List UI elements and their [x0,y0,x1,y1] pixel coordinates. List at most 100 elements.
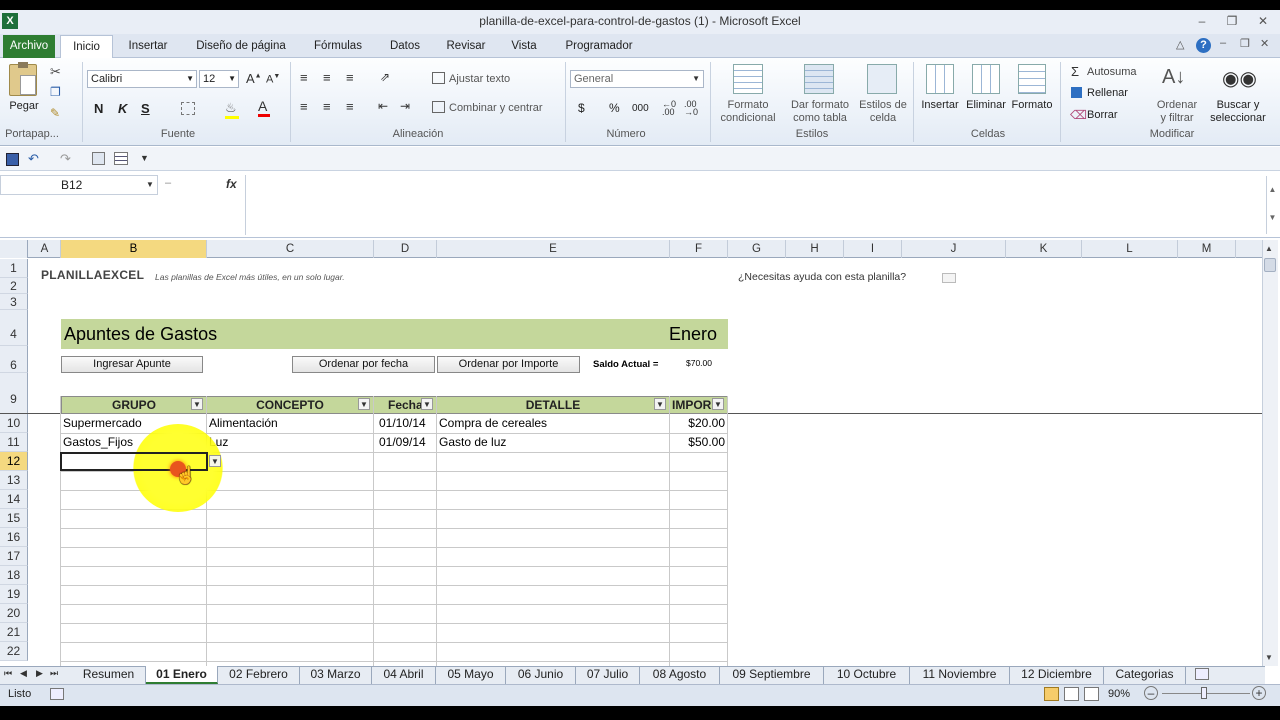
row-header-2[interactable]: 2 [0,278,28,294]
header-detalle[interactable]: DETALLE [436,396,670,414]
copy-icon[interactable]: ❐ [50,85,61,99]
header-grupo[interactable]: GRUPO [61,396,207,414]
email-icon[interactable] [942,273,956,283]
font-size-select[interactable]: 12 ▼ [199,70,239,88]
tab-inicio[interactable]: Inicio [60,35,113,59]
add-entry-button[interactable]: Ingresar Apunte [61,356,203,373]
sort-filter-icon[interactable]: A↓ [1162,66,1185,89]
binoculars-icon[interactable]: ◉◉ [1222,66,1257,91]
bold-button[interactable]: N [94,101,103,116]
page-break-view-icon[interactable] [1084,687,1099,701]
macro-record-icon[interactable] [50,688,64,700]
sheet-tab-10-octubre[interactable]: 10 Octubre [824,666,910,684]
expand-formula-bar-icon[interactable]: ▲ ▼ [1266,176,1278,234]
zoom-slider-thumb[interactable] [1201,687,1207,699]
sheet-tab-resumen[interactable]: Resumen [72,666,146,684]
cell-concepto[interactable]: Alimentación [209,416,278,430]
cell-fecha[interactable]: 01/09/14 [379,435,426,449]
normal-view-icon[interactable] [1044,687,1059,701]
page-layout-view-icon[interactable] [1064,687,1079,701]
row-header-14[interactable]: 14 [0,490,28,509]
save-icon[interactable] [6,153,19,166]
cell-detalle[interactable]: Compra de cereales [439,416,547,430]
paste-icon[interactable] [9,62,37,96]
font-name-select[interactable]: Calibri ▼ [87,70,197,88]
column-header-h[interactable]: H [786,240,844,258]
column-header-e[interactable]: E [437,240,670,258]
help-icon[interactable]: ? [1196,38,1211,53]
undo-icon[interactable]: ↶ [28,151,39,167]
percent-button[interactable]: % [609,101,620,115]
scissors-icon[interactable]: ✂ [50,64,61,80]
tab-formulas[interactable]: Fórmulas [305,35,371,58]
row-header-17[interactable]: 17 [0,547,28,566]
row-header-4[interactable]: 4 [0,310,28,346]
clear-button[interactable]: Borrar [1087,109,1118,121]
scroll-up-icon[interactable]: ▲ [1265,244,1273,253]
conditional-format-button[interactable]: Formato condicional [712,99,784,125]
wrap-text-icon[interactable] [432,72,445,84]
paste-button[interactable]: Pegar [6,100,42,112]
cell-importe[interactable]: $20.00 [669,416,725,430]
sheet-tab-01-enero[interactable]: 01 Enero [146,666,218,684]
row-header-22[interactable]: 22 [0,642,28,661]
cell-dropdown-icon[interactable]: ▼ [209,455,221,467]
row-header-15[interactable]: 15 [0,509,28,528]
sheet-tab-07-julio[interactable]: 07 Julio [576,666,640,684]
zoom-out-icon[interactable]: – [1144,686,1158,700]
help-link[interactable]: ¿Necesitas ayuda con esta planilla? [738,271,906,283]
format-table-button[interactable]: Dar formato como tabla [786,99,854,125]
zoom-in-icon[interactable]: + [1252,686,1266,700]
filter-dropdown-icon[interactable]: ▼ [358,398,370,410]
format-cells-icon[interactable] [1018,64,1046,94]
row-header-9[interactable]: 9 [0,373,28,414]
filter-dropdown-icon[interactable]: ▼ [191,398,203,410]
row-header-3[interactable]: 3 [0,294,28,310]
sheet-tab-categorias[interactable]: Categorias [1104,666,1186,684]
doc-minimize-icon[interactable]: – [1220,37,1226,49]
currency-button[interactable]: $ [578,101,585,115]
header-concepto[interactable]: CONCEPTO [206,396,374,414]
insert-function-button[interactable]: fx [226,177,237,191]
autosum-icon[interactable]: Σ [1071,64,1079,79]
tab-insertar[interactable]: Insertar [118,35,178,58]
grow-font-icon[interactable]: A▲ [246,71,262,86]
minimize-icon[interactable]: – [1192,13,1212,29]
row-header-21[interactable]: 21 [0,623,28,642]
name-box[interactable]: B12 [0,175,158,195]
sheet-tab-03-marzo[interactable]: 03 Marzo [300,666,372,684]
filter-dropdown-icon[interactable]: ▼ [654,398,666,410]
close-icon[interactable]: ✕ [1253,13,1273,29]
form-icon[interactable] [92,152,105,165]
row-header-19[interactable]: 19 [0,585,28,604]
format-painter-icon[interactable]: ✎ [50,106,60,120]
vertical-scrollbar[interactable] [1262,240,1278,666]
align-middle-icon[interactable]: ≡ [323,70,331,85]
last-sheet-icon[interactable]: ⏭ [50,668,58,679]
merge-center-icon[interactable] [432,101,445,113]
first-sheet-icon[interactable]: ⏮ [4,668,12,679]
list-icon[interactable] [114,152,128,165]
filter-dropdown-icon[interactable]: ▼ [712,398,724,410]
sheet-tab-09-septiembre[interactable]: 09 Septiembre [720,666,824,684]
shrink-font-icon[interactable]: A▼ [266,73,280,86]
column-header-j[interactable]: J [902,240,1006,258]
customize-toolbar-icon[interactable]: ▼ [140,153,149,163]
sheet-tab-05-mayo[interactable]: 05 Mayo [436,666,506,684]
row-header-12[interactable]: 12 [0,452,28,471]
merge-center-button[interactable]: Combinar y centrar [449,102,543,114]
filter-dropdown-icon[interactable]: ▼ [421,398,433,410]
sheet-tab-04-abril[interactable]: 04 Abril [372,666,436,684]
sheet-tab-11-noviembre[interactable]: 11 Noviembre [910,666,1010,684]
number-format-select[interactable]: General ▼ [570,70,704,88]
column-header-l[interactable]: L [1082,240,1178,258]
delete-cells-icon[interactable] [972,64,1000,94]
column-header-i[interactable]: I [844,240,902,258]
sort-by-date-button[interactable]: Ordenar por fecha [292,356,435,373]
doc-close-icon[interactable]: ✕ [1260,37,1269,50]
align-right-icon[interactable]: ≡ [346,99,354,114]
sheet-tab-08-agosto[interactable]: 08 Agosto [640,666,720,684]
sort-by-amount-button[interactable]: Ordenar por Importe [437,356,580,373]
cell-grupo[interactable]: Supermercado [63,416,142,430]
conditional-format-icon[interactable] [733,64,763,94]
